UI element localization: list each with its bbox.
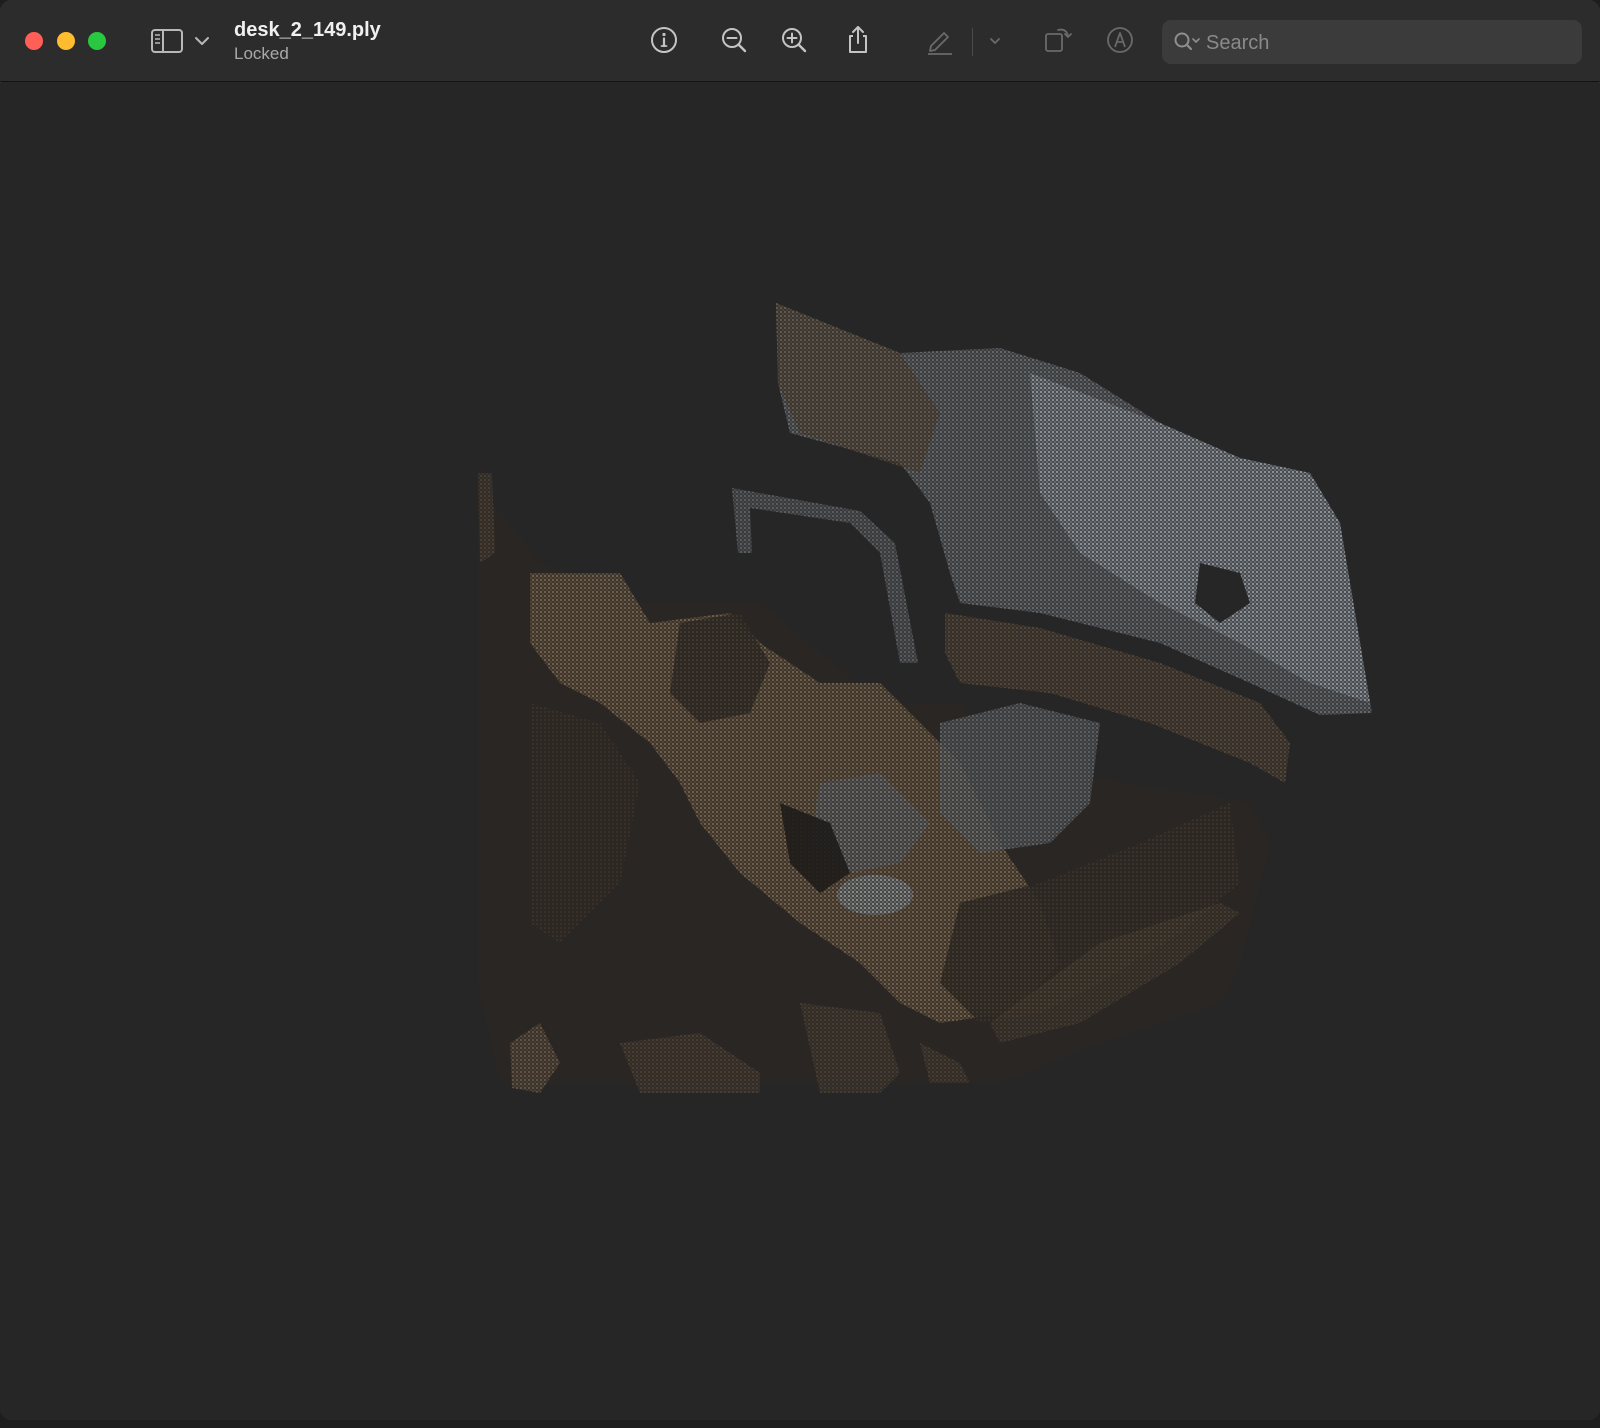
chevron-down-icon: [990, 38, 1000, 44]
toolbar-divider: [972, 28, 973, 56]
rotate-icon: [1045, 28, 1072, 52]
sidebar-icon: [151, 29, 183, 53]
zoom-in-button[interactable]: [778, 24, 810, 56]
info-button[interactable]: [648, 24, 680, 56]
point-cloud-render[interactable]: [0, 83, 1600, 1420]
annotate-button[interactable]: [1104, 24, 1136, 56]
close-button[interactable]: [25, 32, 43, 50]
markup-pencil-icon: [928, 32, 952, 55]
info-icon: [651, 27, 677, 53]
maximize-button[interactable]: [88, 32, 106, 50]
document-status: Locked: [234, 44, 289, 63]
share-icon: [849, 26, 867, 53]
markup-menu-button[interactable]: [984, 24, 1006, 56]
title-bar: desk_2_149.ply Locked: [0, 0, 1600, 82]
minimize-button[interactable]: [57, 32, 75, 50]
document-title[interactable]: desk_2_149.ply: [234, 19, 381, 42]
view-menu-button[interactable]: [193, 34, 211, 48]
search-icon: [1174, 32, 1200, 51]
chevron-down-icon: [195, 37, 209, 45]
sidebar-toggle-button[interactable]: [150, 28, 184, 54]
zoom-out-button[interactable]: [718, 24, 750, 56]
zoom-out-icon: [722, 28, 747, 53]
share-button[interactable]: [842, 24, 874, 56]
markup-button[interactable]: [924, 24, 956, 56]
rotate-button[interactable]: [1042, 24, 1074, 56]
search-field[interactable]: [1162, 20, 1582, 66]
annotate-icon: [1107, 27, 1133, 53]
search-input[interactable]: [1204, 20, 1578, 66]
preview-window: desk_2_149.ply Locked: [0, 0, 1600, 1420]
point-cloud-viewport[interactable]: [0, 83, 1600, 1420]
zoom-in-icon: [782, 28, 807, 53]
